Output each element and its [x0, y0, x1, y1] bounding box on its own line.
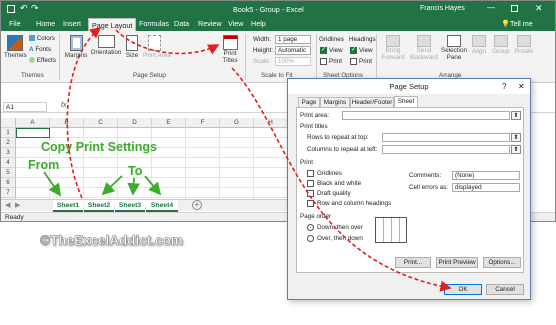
arrow-to-sheet4 — [144, 175, 162, 196]
arrow-print-titles-to-ok — [231, 67, 452, 292]
arrow-to-sheet3 — [127, 177, 140, 196]
arrow-sheet-to-tab — [66, 26, 102, 199]
arrow-from — [43, 171, 62, 197]
arrow-to-sheet2 — [101, 175, 123, 196]
watermark: ©TheExcelAddict.com — [40, 233, 183, 249]
arrow-tab-to-print-titles — [115, 29, 220, 55]
annotation-arrows — [43, 26, 452, 292]
